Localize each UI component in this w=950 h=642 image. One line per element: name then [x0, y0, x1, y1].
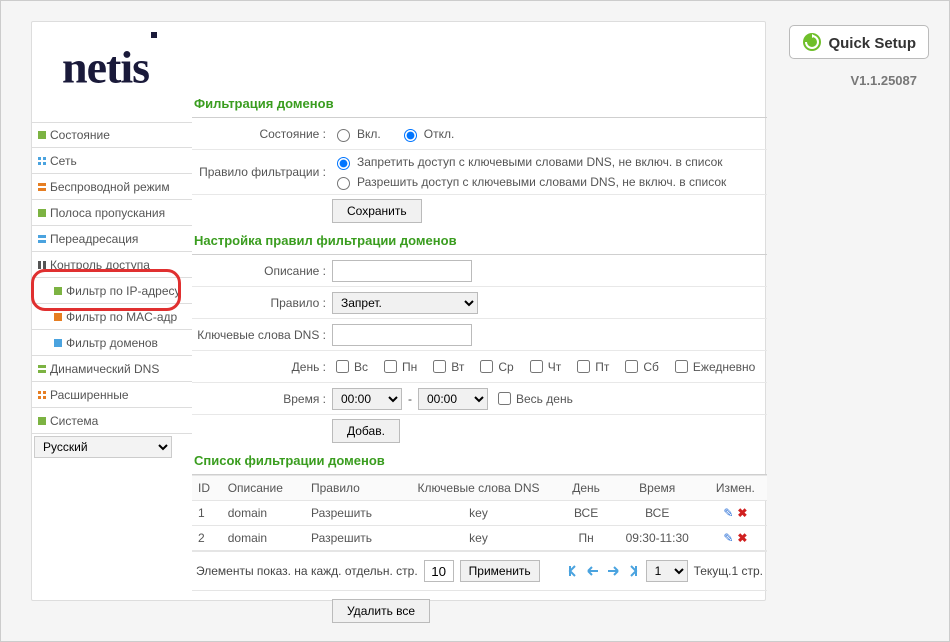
refresh-icon [802, 32, 822, 52]
edit-icon[interactable]: ✎ [723, 531, 733, 545]
th-rule: Правило [305, 476, 396, 501]
rule-deny-label: Запретить доступ с ключевыми словами DNS… [357, 155, 723, 169]
table-row: 1 domain Разрешить key ВСЕ ВСЕ ✎✖ [192, 501, 767, 526]
day-mon-checkbox[interactable] [384, 360, 397, 373]
sidebar-item-mac-filter[interactable]: Фильтр по MAC-адр [32, 304, 192, 330]
day-fri-checkbox[interactable] [577, 360, 590, 373]
desc-label: Описание : [192, 264, 332, 278]
save-button[interactable]: Сохранить [332, 199, 422, 223]
language-select[interactable]: Русский [34, 436, 172, 458]
sidebar-item-system[interactable]: Система [32, 408, 192, 434]
dnskw-input[interactable] [332, 324, 472, 346]
cur-page-text: Текущ.1 стр. [694, 564, 763, 578]
sidebar-item-domain-filter[interactable]: Фильтр доменов [32, 330, 192, 356]
time-sep: - [408, 392, 412, 406]
sidebar-item-bandwidth[interactable]: Полоса пропускания [32, 200, 192, 226]
rule-allow-radio[interactable] [337, 177, 350, 190]
th-dns: Ключевые слова DNS [395, 476, 561, 501]
desc-input[interactable] [332, 260, 472, 282]
day-sun-checkbox[interactable] [336, 360, 349, 373]
pager-text: Элементы показ. на кажд. отдельн. стр. [196, 564, 418, 578]
section-title-config: Настройка правил фильтрации доменов [192, 227, 767, 255]
sidebar-item-forwarding[interactable]: Переадресация [32, 226, 192, 252]
quick-setup-button[interactable]: Quick Setup [789, 25, 929, 59]
state-off-radio[interactable] [404, 129, 417, 142]
apply-button[interactable]: Применить [460, 560, 540, 582]
day-daily-checkbox[interactable] [675, 360, 688, 373]
domain-filter-table: ID Описание Правило Ключевые слова DNS Д… [192, 475, 767, 551]
first-page-icon[interactable] [566, 564, 580, 578]
delete-all-button[interactable]: Удалить все [332, 599, 430, 623]
page-select[interactable]: 1 [646, 560, 688, 582]
sidebar-item-status[interactable]: Состояние [32, 122, 192, 148]
pager-input[interactable] [424, 560, 454, 582]
sidebar-nav: Состояние Сеть Беспроводной режим Полоса… [32, 122, 192, 458]
state-on-label: Вкл. [357, 127, 381, 141]
rule-select[interactable]: Запрет. [332, 292, 478, 314]
rule-allow-label: Разрешить доступ с ключевыми словами DNS… [357, 175, 726, 189]
prev-page-icon[interactable] [586, 564, 600, 578]
edit-icon[interactable]: ✎ [723, 506, 733, 520]
state-off-label: Откл. [424, 127, 455, 141]
time-from-select[interactable]: 00:00 [332, 388, 402, 410]
delete-icon[interactable]: ✖ [737, 506, 747, 520]
filter-rule-label: Правило фильтрации : [192, 165, 332, 179]
day-thu-checkbox[interactable] [530, 360, 543, 373]
rule-deny-radio[interactable] [337, 157, 350, 170]
rule2-label: Правило : [192, 296, 332, 310]
sidebar-item-ip-filter[interactable]: Фильтр по IP-адресу [32, 278, 192, 304]
sidebar-item-access-control[interactable]: Контроль доступа [32, 252, 192, 278]
sidebar-item-ddns[interactable]: Динамический DNS [32, 356, 192, 382]
add-button[interactable]: Добав. [332, 419, 400, 443]
state-label: Состояние : [192, 127, 332, 141]
sidebar-item-wireless[interactable]: Беспроводной режим [32, 174, 192, 200]
section-title-list: Список фильтрации доменов [192, 447, 767, 475]
brand-logo: netis [62, 32, 157, 93]
sidebar-item-advanced[interactable]: Расширенные [32, 382, 192, 408]
day-wed-checkbox[interactable] [480, 360, 493, 373]
day-tue-checkbox[interactable] [433, 360, 446, 373]
day-sat-checkbox[interactable] [625, 360, 638, 373]
day-label: День : [192, 360, 332, 374]
last-page-icon[interactable] [626, 564, 640, 578]
th-id: ID [192, 476, 222, 501]
th-day: День [562, 476, 611, 501]
table-row: 2 domain Разрешить key Пн 09:30-11:30 ✎✖ [192, 526, 767, 551]
th-time: Время [611, 476, 704, 501]
section-title-filtering: Фильтрация доменов [192, 90, 767, 118]
sidebar-item-network[interactable]: Сеть [32, 148, 192, 174]
time-label: Время : [192, 392, 332, 406]
th-desc: Описание [222, 476, 305, 501]
state-on-radio[interactable] [337, 129, 350, 142]
delete-icon[interactable]: ✖ [737, 531, 747, 545]
time-to-select[interactable]: 00:00 [418, 388, 488, 410]
version-text: V1.1.25087 [850, 73, 917, 88]
all-day-checkbox[interactable] [498, 392, 511, 405]
dnskw-label: Ключевые слова DNS : [192, 328, 332, 342]
th-mod: Измен. [704, 476, 767, 501]
next-page-icon[interactable] [606, 564, 620, 578]
